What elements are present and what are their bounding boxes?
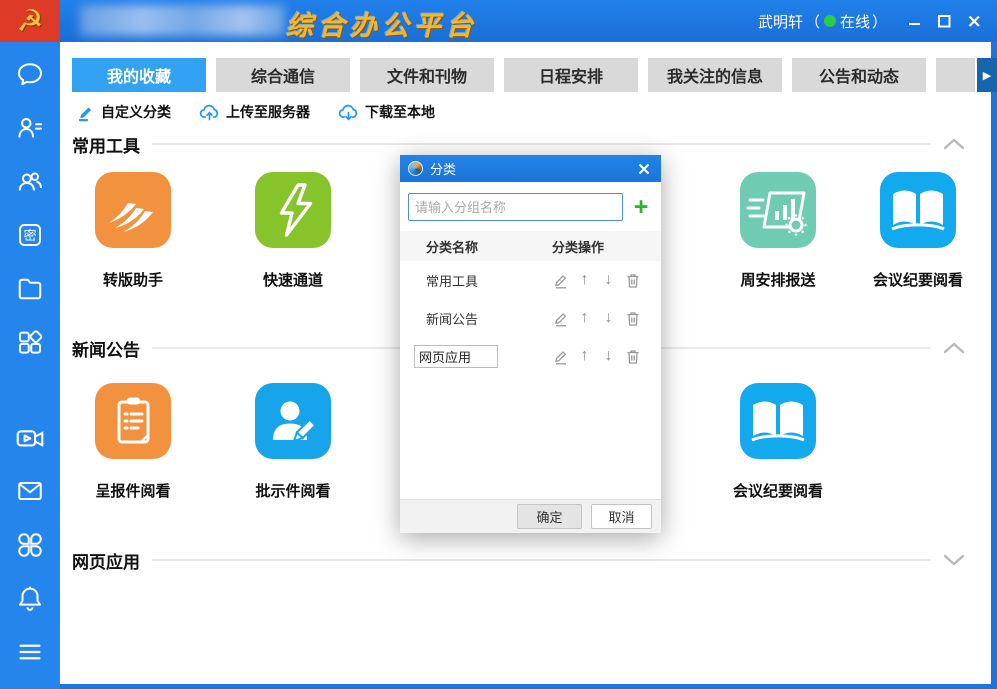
user-status-area: 武明轩 （ 在线 ） [758, 0, 887, 42]
folder-icon[interactable] [13, 272, 47, 305]
app-window: { "titlebar": { "app_title": "综合办公平台", "… [0, 0, 997, 689]
user-name: 武明轩 [758, 11, 803, 32]
customize-category-button[interactable]: 自定义分类 [76, 102, 171, 122]
upload-to-server-button[interactable]: 上传至服务器 [199, 102, 310, 122]
tab-followed-info[interactable]: 我关注的信息 [648, 58, 782, 92]
pages-icon [95, 172, 171, 248]
report-chart-icon [740, 172, 816, 248]
party-emblem-icon: ☭ [0, 0, 60, 42]
app-meeting-minutes-1[interactable]: 会议纪要阅看 [858, 172, 978, 290]
close-icon [638, 163, 650, 175]
maximize-icon [936, 13, 952, 29]
close-icon [966, 13, 982, 29]
group-icon[interactable] [13, 165, 47, 198]
tab-announcements[interactable]: 公告和动态 [792, 58, 926, 92]
section-common-tools: 常用工具 [72, 132, 965, 156]
open-book-icon [880, 172, 956, 248]
clipboard-icon [95, 383, 171, 459]
menu-icon[interactable] [13, 635, 47, 668]
open-book-icon [740, 383, 816, 459]
section-web-apps: 网页应用 [72, 548, 965, 572]
edit-icon[interactable] [552, 271, 569, 289]
tab-files-publications[interactable]: 文件和刊物 [360, 58, 494, 92]
title-bar: ☭ 综合办公平台 武明轩 （ 在线 ） [0, 0, 997, 42]
edit-icon[interactable] [552, 309, 569, 327]
contacts-icon[interactable] [13, 112, 47, 145]
encryption-icon[interactable]: 密 [13, 219, 47, 252]
user-status: 在线 [840, 11, 870, 32]
tab-bar: 我的收藏 综合通信 文件和刊物 日程安排 我关注的信息 公告和动态 文 [72, 58, 975, 92]
dialog-logo-icon [408, 161, 423, 176]
tab-communications[interactable]: 综合通信 [216, 58, 350, 92]
move-up-icon[interactable]: ↑ [576, 271, 593, 289]
tab-schedule[interactable]: 日程安排 [504, 58, 638, 92]
window-controls [899, 0, 989, 42]
category-row: 常用工具 ↑ ↓ [400, 261, 661, 299]
move-down-icon[interactable]: ↓ [600, 309, 617, 327]
video-meeting-icon[interactable] [13, 421, 47, 454]
app-submission-review[interactable]: 呈报件阅看 [73, 383, 193, 501]
online-status-dot [824, 15, 836, 27]
move-up-icon[interactable]: ↑ [576, 347, 593, 365]
sidebar: 密 [0, 42, 60, 689]
svg-text:密: 密 [23, 227, 36, 243]
chevron-up-icon[interactable] [943, 137, 965, 151]
chevron-up-icon[interactable] [943, 341, 965, 355]
censored-region [80, 5, 285, 36]
delete-icon[interactable] [624, 271, 641, 289]
app-weekly-schedule-report[interactable]: 周安排报送 [718, 172, 838, 290]
apps-grid-icon[interactable] [13, 326, 47, 359]
app-title: 综合办公平台 [286, 4, 478, 43]
dialog-title: 分类 [430, 159, 635, 178]
delete-icon[interactable] [624, 309, 641, 327]
move-down-icon[interactable]: ↓ [600, 271, 617, 289]
toolbar: 自定义分类 上传至服务器 下载至本地 [76, 102, 435, 122]
dialog-title-bar: 分类 [400, 155, 661, 182]
tab-truncated[interactable]: 文 [936, 58, 975, 92]
app-meeting-minutes-2[interactable]: 会议纪要阅看 [718, 383, 838, 501]
lightning-icon [255, 172, 331, 248]
app-fast-channel[interactable]: 快速通道 [233, 172, 353, 290]
new-category-input[interactable] [408, 193, 623, 221]
right-arrow-icon: ▶ [983, 69, 991, 82]
plus-icon: + [634, 193, 649, 221]
new-category-row: + [400, 182, 661, 231]
download-to-local-button[interactable]: 下载至本地 [338, 102, 435, 122]
app-format-converter[interactable]: 转版助手 [73, 172, 193, 290]
party-emblem-glyph: ☭ [17, 4, 44, 39]
add-category-button[interactable]: + [629, 194, 653, 220]
cloud-download-icon [338, 103, 359, 122]
components-icon[interactable] [13, 528, 47, 561]
close-button[interactable] [959, 6, 989, 36]
app-instruction-review[interactable]: 批示件阅看 [233, 383, 353, 501]
category-row-editing: ↑ ↓ [400, 337, 661, 375]
pencil-icon [76, 103, 95, 122]
mail-icon[interactable] [13, 475, 47, 508]
person-pencil-icon [255, 383, 331, 459]
ok-button[interactable]: 确定 [517, 504, 582, 529]
category-dialog: 分类 + 分类名称 分类操作 常用工具 ↑ ↓ 新闻公告 ↑ [400, 155, 661, 533]
dialog-close-button[interactable] [635, 160, 653, 178]
bell-icon[interactable] [13, 582, 47, 615]
cancel-button[interactable]: 取消 [591, 504, 652, 529]
move-down-icon[interactable]: ↓ [600, 347, 617, 365]
category-table-header: 分类名称 分类操作 [400, 231, 661, 261]
tab-scroll-right-button[interactable]: ▶ [977, 58, 997, 92]
minimize-icon [906, 13, 922, 29]
delete-icon[interactable] [624, 347, 641, 365]
tab-my-favorites[interactable]: 我的收藏 [72, 58, 206, 92]
cloud-upload-icon [199, 103, 220, 122]
edit-icon[interactable] [552, 347, 569, 365]
move-up-icon[interactable]: ↑ [576, 309, 593, 327]
minimize-button[interactable] [899, 6, 929, 36]
maximize-button[interactable] [929, 6, 959, 36]
chevron-down-icon[interactable] [943, 553, 965, 567]
chat-icon[interactable] [13, 58, 47, 91]
dialog-footer: 确定 取消 [400, 499, 661, 533]
category-row: 新闻公告 ↑ ↓ [400, 299, 661, 337]
category-rename-input[interactable] [414, 345, 498, 368]
